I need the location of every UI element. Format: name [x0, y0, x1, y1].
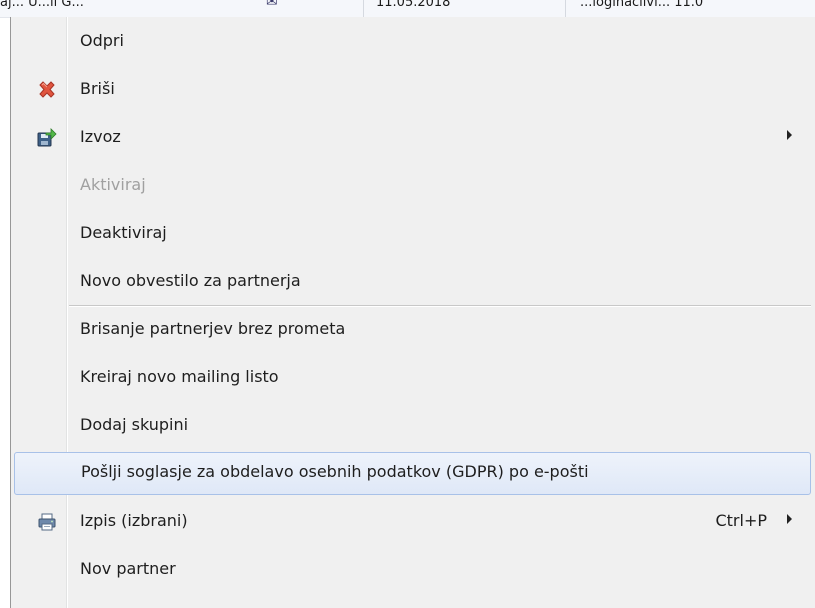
menu-item-label: Deaktiviraj — [80, 223, 167, 242]
mail-icon: ✉ — [266, 0, 278, 10]
grid-cell-date: 11.05.2018 — [376, 0, 451, 10]
menu-item-label: Nov partner — [80, 559, 176, 578]
menu-item-novo-obvestilo[interactable]: Novo obvestilo za partnerja — [13, 261, 813, 301]
menu-item-aktiviraj: Aktiviraj — [13, 165, 813, 205]
menu-item-label: Novo obvestilo za partnerja — [80, 271, 301, 290]
menu-item-label: Briši — [80, 79, 115, 98]
background-grid-row[interactable]: aj... U...il G... ✉ 11.05.2018 ...logina… — [0, 0, 815, 18]
grid-column-divider — [363, 0, 364, 17]
printer-icon — [38, 513, 56, 531]
menu-item-deaktiviraj[interactable]: Deaktiviraj — [13, 213, 813, 253]
grid-column-divider — [565, 0, 566, 17]
menu-item-nov-partner[interactable]: Nov partner — [13, 549, 813, 589]
menu-item-brisanje-partnerjev[interactable]: Brisanje partnerjev brez prometa — [13, 309, 813, 349]
menu-item-label: Izpis (izbrani) — [80, 511, 188, 530]
menu-item-label: Odpri — [80, 31, 124, 50]
delete-x-icon — [39, 81, 55, 98]
screen: aj... U...il G... ✉ 11.05.2018 ...logina… — [0, 0, 815, 608]
grid-cell-extra: ...loginaclivi... 11.0 — [580, 0, 704, 10]
menu-item-shortcut: Ctrl+P — [715, 511, 767, 530]
menu-separator — [69, 305, 811, 307]
menu-item-label: Pošlji soglasje za obdelavo osebnih poda… — [81, 462, 589, 481]
menu-item-kreiraj-mailing-listo[interactable]: Kreiraj novo mailing listo — [13, 357, 813, 397]
menu-item-label: Dodaj skupini — [80, 415, 189, 434]
menu-item-izvoz[interactable]: Izvoz — [13, 117, 813, 157]
grid-cell-name: aj... U...il G... — [0, 0, 84, 10]
menu-item-dodaj-skupini[interactable]: Dodaj skupini — [13, 405, 813, 445]
menu-item-izpis-izbrani[interactable]: Izpis (izbrani) Ctrl+P — [13, 501, 813, 541]
context-menu: Odpri Briši Izvoz Aktiviraj Deaktiviraj … — [10, 17, 815, 608]
submenu-arrow-icon — [787, 130, 792, 140]
export-icon — [37, 128, 57, 147]
menu-item-label: Aktiviraj — [80, 175, 146, 194]
menu-item-label: Izvoz — [80, 127, 121, 146]
menu-item-odpri[interactable]: Odpri — [13, 21, 813, 61]
menu-item-brisi[interactable]: Briši — [13, 69, 813, 109]
menu-item-label: Kreiraj novo mailing listo — [80, 367, 279, 386]
submenu-arrow-icon — [787, 514, 792, 524]
menu-item-label: Brisanje partnerjev brez prometa — [80, 319, 346, 338]
menu-item-poslji-gdpr-soglasje[interactable]: Pošlji soglasje za obdelavo osebnih poda… — [14, 452, 811, 495]
